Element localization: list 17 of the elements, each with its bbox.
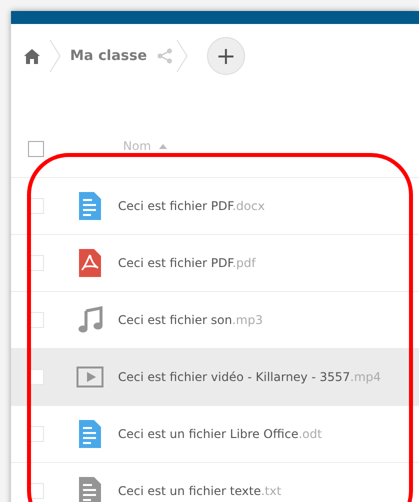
file-name: Ceci est fichier PDF.pdf <box>118 256 256 270</box>
file-name: Ceci est un fichier texte.txt <box>118 484 282 498</box>
home-icon[interactable] <box>24 48 40 64</box>
file-name: Ceci est fichier son.mp3 <box>118 313 263 327</box>
select-all-checkbox[interactable] <box>28 141 44 157</box>
file-name: Ceci est fichier PDF.docx <box>118 199 265 213</box>
file-row[interactable]: Ceci est fichier vidéo - Killarney - 3557.mp4 <box>11 348 419 405</box>
file-row[interactable]: Ceci est fichier PDF.docx <box>11 177 419 234</box>
breadcrumb-folder[interactable]: Ma classe <box>70 48 147 64</box>
file-row[interactable]: Ceci est fichier PDF.pdf <box>11 234 419 291</box>
file-row[interactable]: Ceci est un fichier texte.txt <box>11 462 419 502</box>
file-row[interactable]: Ceci est un fichier Libre Office.odt <box>11 405 419 462</box>
file-name: Ceci est un fichier Libre Office.odt <box>118 427 322 441</box>
file-name: Ceci est fichier vidéo - Killarney - 3557.mp4 <box>118 370 381 384</box>
add-button[interactable]: + <box>206 37 245 75</box>
file-row[interactable]: Ceci est fichier son.mp3 <box>11 291 419 348</box>
sort-icon <box>159 144 168 148</box>
